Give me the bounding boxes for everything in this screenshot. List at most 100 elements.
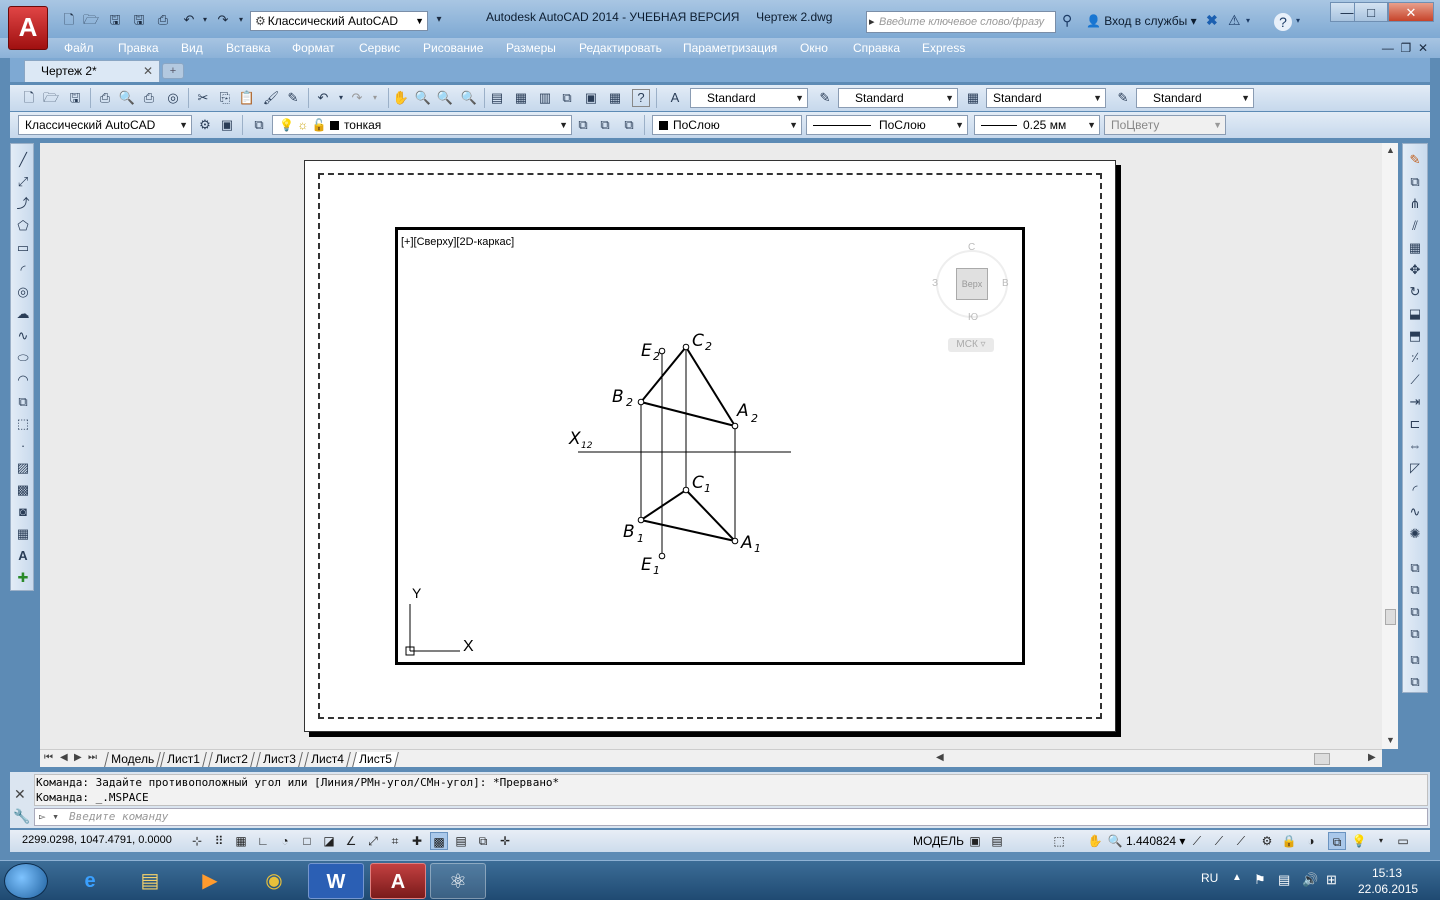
construction-line-icon[interactable]: ⤢	[13, 172, 33, 192]
ellipse-icon[interactable]: ⬭	[13, 348, 33, 368]
internet-explorer-icon[interactable]: e	[62, 863, 118, 899]
quick-view-drawings-icon[interactable]: ▤	[988, 832, 1006, 850]
snap-mode-icon[interactable]: ⠿	[210, 832, 228, 850]
lock-icon[interactable]: 🔒	[1280, 832, 1298, 850]
mirror-icon[interactable]: ⋔	[1405, 194, 1425, 214]
table-icon[interactable]: ▦	[13, 524, 33, 544]
pan-icon[interactable]: ✋	[1086, 832, 1104, 850]
scale-icon[interactable]: ⬓	[1405, 304, 1425, 324]
menu-format[interactable]: Формат	[292, 38, 335, 58]
explode-icon[interactable]: ✺	[1405, 524, 1425, 544]
quick-properties-icon[interactable]: ▤	[452, 832, 470, 850]
network-icon[interactable]: ▤	[1278, 872, 1290, 888]
draw-order-back-icon[interactable]: ⧉	[1405, 580, 1425, 600]
menu-modify[interactable]: Редактировать	[579, 38, 662, 58]
quick-access-customize-icon[interactable]: ▾	[430, 12, 448, 28]
tab-layout3[interactable]: Лист3	[256, 752, 303, 767]
add-selected-icon[interactable]: ✚	[13, 568, 33, 588]
block-editor-icon[interactable]: ✎	[284, 89, 302, 107]
light-bulb-icon[interactable]: 💡	[1350, 832, 1368, 850]
menu-draw[interactable]: Рисование	[423, 38, 483, 58]
redo-dropdown-icon[interactable]: ▾	[232, 12, 250, 28]
close-button[interactable]: ✕	[1388, 2, 1434, 22]
lineweight-select[interactable]: 0.25 мм ▼	[974, 115, 1100, 135]
tab-layout5[interactable]: Лист5	[352, 752, 399, 767]
blend-curves-icon[interactable]: ∿	[1405, 502, 1425, 522]
properties-icon[interactable]: ▤	[488, 89, 506, 107]
show-hidden-icons-icon[interactable]: ▲	[1232, 872, 1242, 883]
menu-help[interactable]: Справка	[853, 38, 900, 58]
sign-in-button[interactable]: 👤 Вход в службы ▾	[1086, 14, 1197, 28]
osnap-icon[interactable]: □	[298, 832, 316, 850]
clean-screen-icon[interactable]: ▭	[1394, 832, 1412, 850]
autocad-icon[interactable]: A	[370, 863, 426, 899]
hatch-icon[interactable]: ▨	[13, 458, 33, 478]
hardware-acceleration-icon[interactable]: ◑	[1302, 832, 1320, 850]
tool-palettes-icon[interactable]: ▥	[536, 89, 554, 107]
dim-style-icon[interactable]: ✎	[816, 89, 834, 107]
word-icon[interactable]: W	[308, 863, 364, 899]
clock-date[interactable]: 22.06.2015	[1358, 882, 1418, 896]
ellipse-arc-icon[interactable]: ◠	[13, 370, 33, 390]
chevron-down-icon[interactable]: ▾	[1372, 832, 1390, 850]
menu-tools[interactable]: Сервис	[359, 38, 400, 58]
rectangle-icon[interactable]: ▭	[13, 238, 33, 258]
stay-connected-icon[interactable]: ⚠	[1228, 12, 1241, 29]
text-style-select[interactable]: Standard ▼	[690, 88, 808, 108]
menu-parametric[interactable]: Параметризация	[683, 38, 777, 58]
tab-layout4[interactable]: Лист4	[304, 752, 351, 767]
workspace-switching-icon[interactable]: ⚙	[1258, 832, 1276, 850]
polar-icon[interactable]: ◔	[276, 832, 294, 850]
tab-model[interactable]: Модель	[104, 752, 161, 767]
menu-view[interactable]: Вид	[181, 38, 203, 58]
close-icon[interactable]: ✕	[143, 61, 153, 81]
region-icon[interactable]: ◙	[13, 502, 33, 522]
ducs-icon[interactable]: ⤢	[364, 832, 382, 850]
exchange-icon[interactable]: ✖	[1206, 12, 1218, 29]
chevron-down-icon[interactable]: ▾	[1296, 16, 1300, 25]
help-icon[interactable]: ?	[1274, 13, 1292, 31]
3d-osnap-icon[interactable]: ◪	[320, 832, 338, 850]
search-input[interactable]: ▸ Введите ключевое слово/фразу	[866, 11, 1056, 33]
layer-properties-icon[interactable]: ⧉	[250, 116, 268, 134]
menu-edit[interactable]: Правка	[118, 38, 159, 58]
3d-print-icon[interactable]: ◎	[164, 89, 182, 107]
zoom-previous-icon[interactable]: 🔍	[460, 89, 478, 107]
zoom-icon[interactable]: 🔍	[1106, 832, 1124, 850]
layer-select[interactable]: 💡 ☼ 🔓 тонкая ▼	[272, 115, 572, 135]
scroll-right-icon[interactable]: ▶	[1368, 752, 1376, 763]
redo-icon[interactable]: ↷	[214, 12, 232, 28]
horizontal-scroll-thumb[interactable]	[1314, 753, 1330, 765]
join-icon[interactable]: ⇔	[1405, 436, 1425, 456]
plot-icon[interactable]: ⎙	[154, 12, 172, 28]
dyn-icon[interactable]: ⌗	[386, 832, 404, 850]
clock-time[interactable]: 15:13	[1372, 866, 1402, 880]
polygon-icon[interactable]: ⬠	[13, 216, 33, 236]
vertical-scrollbar[interactable]: ▲ ▼	[1382, 143, 1398, 749]
undo-dropdown-icon[interactable]: ▾	[196, 12, 214, 28]
media-player-icon[interactable]: ▶	[182, 863, 238, 899]
flag-icon[interactable]: ⚑	[1254, 872, 1266, 888]
zoom-window-icon[interactable]: 🔍	[436, 89, 454, 107]
open-icon[interactable]: 🗁	[42, 89, 60, 107]
quickcalc-icon[interactable]: ▦	[606, 89, 624, 107]
move-icon[interactable]: ✥	[1405, 260, 1425, 280]
maximize-viewport-icon[interactable]: ⬚	[1050, 832, 1068, 850]
break-at-point-icon[interactable]: ⇥	[1405, 392, 1425, 412]
command-input[interactable]: ▻ ▾ Введите команду	[34, 808, 1428, 826]
rotate-icon[interactable]: ↻	[1405, 282, 1425, 302]
draw-order-under-icon[interactable]: ⧉	[1405, 624, 1425, 644]
transparency-icon[interactable]: ▩	[430, 832, 448, 850]
erase-icon[interactable]: ✎	[1405, 150, 1425, 170]
last-tab-icon[interactable]: ⏭	[88, 752, 97, 763]
dim-style-select[interactable]: Standard ▼	[838, 88, 958, 108]
search-expand-icon[interactable]: ▸	[869, 12, 875, 32]
isolate-objects-icon[interactable]: ⧉	[1328, 832, 1346, 850]
copy-icon[interactable]: ⎘	[216, 89, 234, 107]
file-explorer-icon[interactable]: ▤	[122, 863, 178, 899]
menu-insert[interactable]: Вставка	[226, 38, 271, 58]
hatch-back-icon[interactable]: ⧉	[1405, 672, 1425, 692]
menu-express[interactable]: Express	[922, 38, 965, 58]
workspace-combo[interactable]: Классический AutoCAD ▼	[18, 115, 192, 135]
selection-cycling-icon[interactable]: ⧉	[474, 832, 492, 850]
